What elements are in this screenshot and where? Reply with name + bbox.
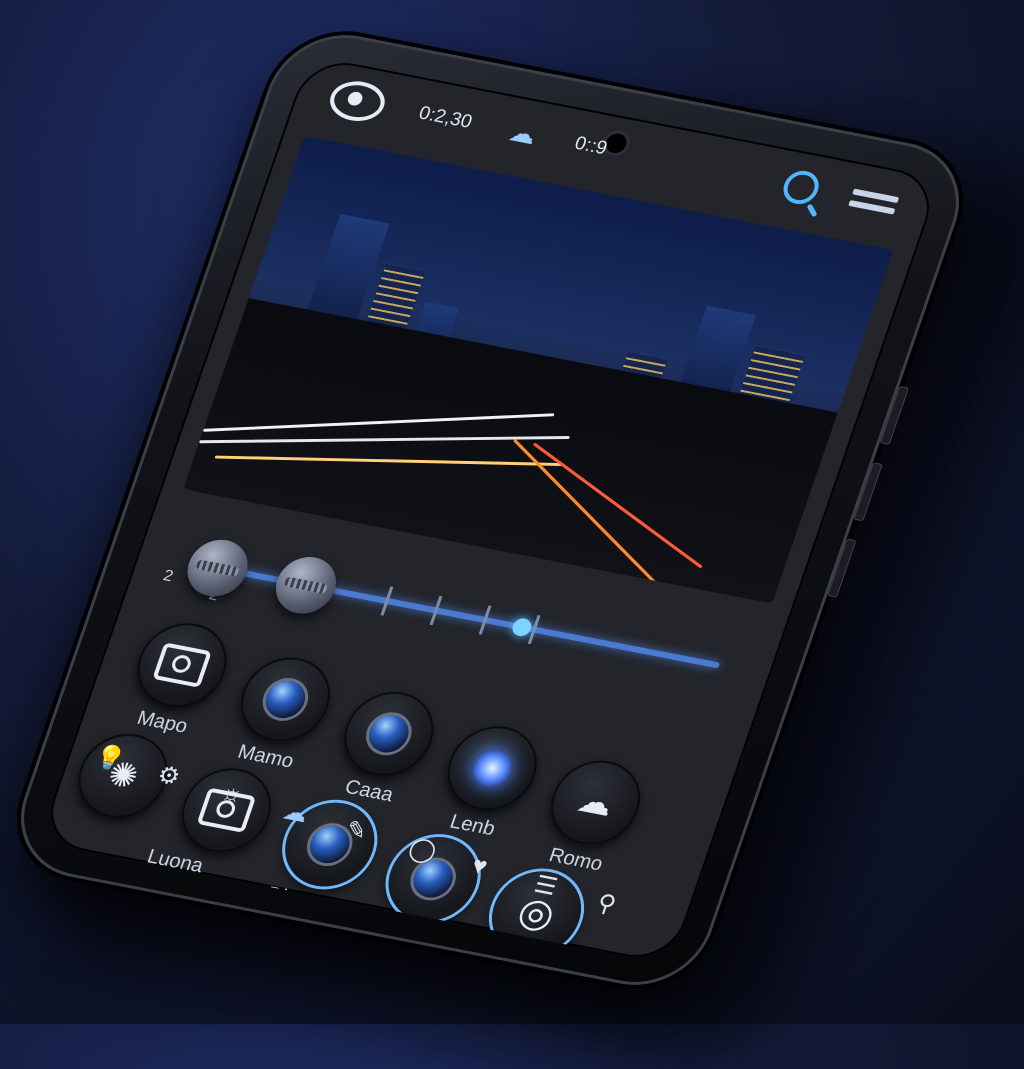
time-right: 0::9	[571, 133, 610, 160]
light-trail	[214, 455, 564, 467]
eye-icon[interactable]	[324, 76, 391, 126]
time-left: 0:2,30	[415, 102, 475, 133]
mode-button[interactable]	[125, 615, 239, 715]
bulb-icon[interactable]: 💡	[91, 742, 130, 775]
camera-icon	[152, 642, 212, 688]
menu-icon[interactable]	[846, 183, 901, 220]
lens-glow-icon	[467, 746, 518, 790]
heart-icon[interactable]: ♥	[468, 852, 491, 881]
cloud-icon: ☁	[505, 116, 541, 150]
mode-button[interactable]	[435, 718, 549, 818]
light-trail	[532, 442, 703, 569]
slider-knob-end[interactable]	[267, 552, 344, 619]
gear-icon[interactable]: ⚙	[153, 760, 184, 792]
list-icon[interactable]: ☰	[530, 870, 561, 902]
lens-icon	[260, 677, 311, 722]
cloud-icon[interactable]: ☁	[279, 797, 312, 829]
mode-button[interactable]	[332, 684, 446, 784]
slider-knob-start[interactable]	[179, 534, 256, 602]
light-trail	[203, 413, 555, 432]
slider-min-label: 2	[160, 567, 176, 586]
search-icon[interactable]	[778, 167, 824, 207]
edit-icon[interactable]: ✎	[342, 815, 371, 847]
lens-icon	[363, 712, 414, 756]
people-icon[interactable]: ⚲	[593, 888, 620, 919]
light-trail	[512, 438, 674, 602]
mode-button[interactable]	[229, 650, 342, 749]
cloud-icon: ☁	[572, 781, 619, 824]
sun-icon[interactable]: ☼	[217, 779, 247, 810]
circle-icon[interactable]: ◯	[405, 833, 441, 866]
